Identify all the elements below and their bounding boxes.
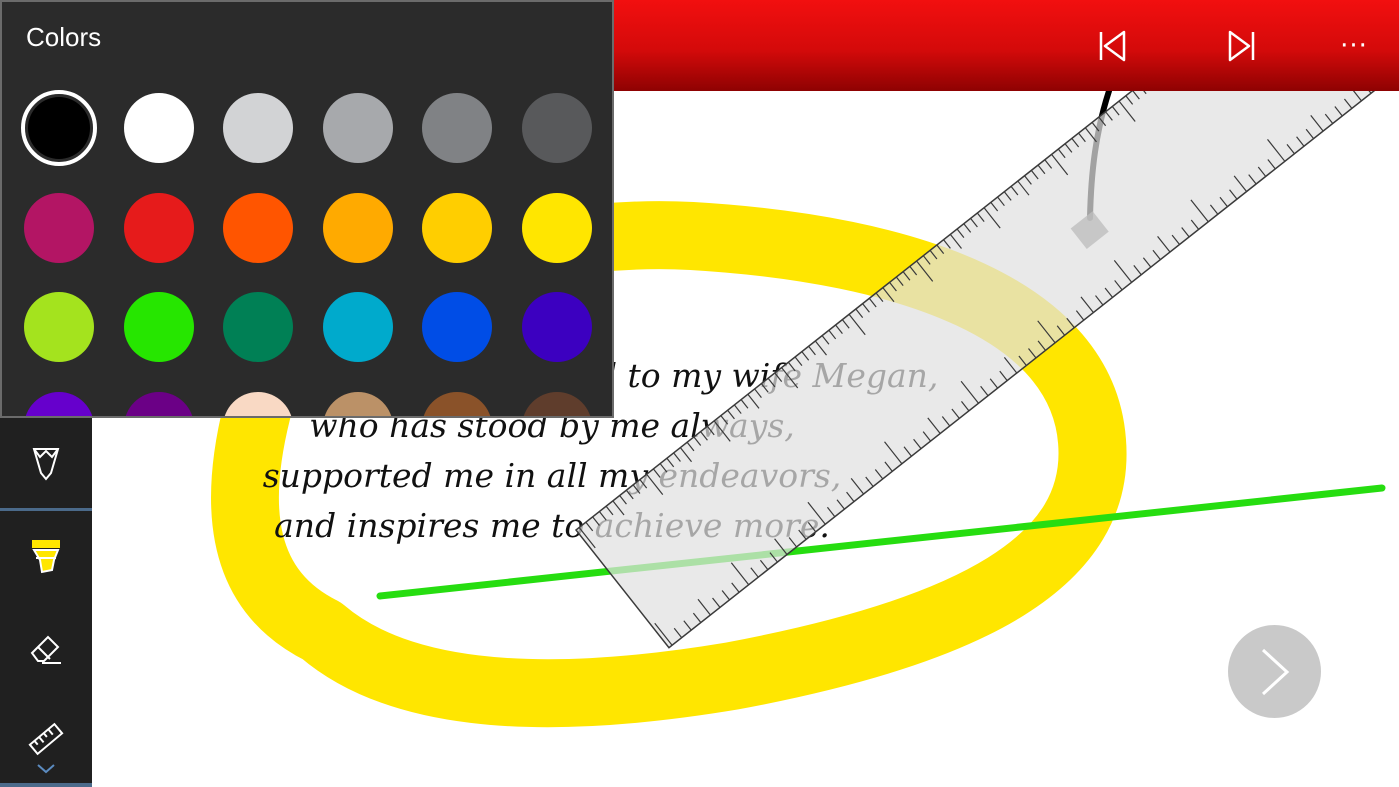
chevron-right-icon: [1261, 648, 1289, 695]
color-swatch-orange[interactable]: [322, 192, 393, 263]
last-page-button[interactable]: [1214, 18, 1270, 74]
color-swatch-dark-brown[interactable]: [521, 391, 592, 416]
black-pen-stroke: [1087, 91, 1112, 221]
highlighter-icon: [32, 540, 60, 574]
color-swatch-gray[interactable]: [322, 93, 393, 163]
toolbar-expand-button[interactable]: [36, 760, 56, 779]
color-swatch-blue[interactable]: [422, 292, 492, 362]
color-swatch-orange-red[interactable]: [223, 192, 293, 263]
ruler-icon: [28, 722, 64, 756]
first-page-button[interactable]: [1084, 18, 1140, 74]
last-page-icon: [1228, 30, 1255, 62]
first-page-icon: [1099, 30, 1126, 62]
color-swatch-red[interactable]: [123, 192, 194, 263]
dedication-line: and inspires me to achieve more.: [274, 506, 830, 545]
color-swatch-brown[interactable]: [422, 391, 492, 416]
pen-icon: [32, 448, 60, 481]
color-swatch-tan[interactable]: [322, 391, 393, 416]
color-swatch-magenta[interactable]: [24, 192, 94, 263]
more-options-icon: ···: [1340, 31, 1368, 61]
next-page-button[interactable]: [1228, 625, 1321, 718]
color-swatch-yellow[interactable]: [521, 192, 592, 263]
color-swatch-white[interactable]: [123, 93, 194, 163]
color-swatch-cyan[interactable]: [322, 292, 393, 362]
eraser-tool-button[interactable]: [0, 604, 92, 694]
color-swatch-light-gray[interactable]: [223, 93, 293, 163]
color-swatch-black[interactable]: [21, 90, 97, 166]
highlighter-tool-button[interactable]: [0, 511, 92, 601]
color-swatch-gold[interactable]: [422, 192, 492, 263]
eraser-icon: [30, 635, 61, 664]
ink-toolbar: [0, 418, 92, 787]
color-swatch-peach[interactable]: [223, 391, 293, 416]
toolbar-bottom-accent: [0, 783, 92, 787]
more-options-button[interactable]: ···: [1326, 18, 1382, 74]
color-swatch-dark-gray[interactable]: [422, 93, 492, 163]
color-swatch-dark-green[interactable]: [223, 292, 293, 362]
color-swatch-lime[interactable]: [24, 292, 94, 362]
color-swatch-purple[interactable]: [123, 391, 194, 416]
color-swatch-green[interactable]: [123, 292, 194, 362]
colors-flyout: Colors: [0, 0, 614, 418]
color-swatch-violet[interactable]: [24, 391, 94, 416]
color-swatch-charcoal[interactable]: [521, 93, 592, 163]
color-swatch-grid: [2, 2, 612, 416]
pen-tool-button[interactable]: [0, 418, 92, 508]
dedication-line: supported me in all my endeavors,: [262, 456, 842, 495]
color-swatch-indigo[interactable]: [521, 292, 592, 362]
chevron-down-icon: [37, 764, 55, 774]
